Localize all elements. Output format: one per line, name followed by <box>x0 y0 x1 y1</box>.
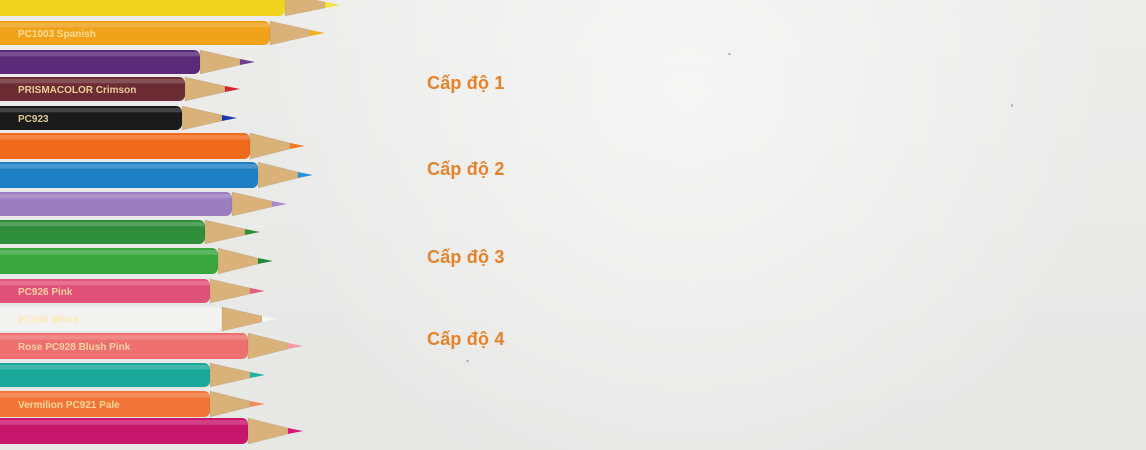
pencil-wood <box>199 49 241 75</box>
pencil-tip <box>310 30 325 36</box>
pencil-highlight <box>0 250 218 255</box>
pencil-tip <box>250 372 265 378</box>
pencil <box>0 362 265 388</box>
pencil-tip <box>290 143 305 149</box>
pencil-highlight <box>0 135 250 140</box>
pencil-tip <box>225 86 240 92</box>
pencil-label: PC938 White <box>18 315 79 326</box>
pencil: PC926 Pink <box>0 278 265 304</box>
pencil <box>0 247 273 275</box>
pencil-label: PRISMACOLOR Crimson <box>18 85 136 96</box>
pencil-highlight <box>0 365 210 370</box>
pencil-tip <box>288 343 303 349</box>
pencils-illustration: PC1003 Spanish PRISMACOLOR Crimson PC923 PC… <box>0 0 340 445</box>
pencil-highlight <box>0 222 205 227</box>
pencil-highlight <box>0 335 248 340</box>
pencil-body <box>0 0 285 16</box>
menu-item-level-2[interactable]: Cấp độ 2 <box>427 159 505 180</box>
pencil-highlight <box>0 164 258 169</box>
pencil: Rose PC928 Blush Pink <box>0 332 303 360</box>
pencil-wood <box>249 132 291 160</box>
pencil-tip <box>240 59 255 65</box>
pencil <box>0 49 255 75</box>
pencil <box>0 132 305 160</box>
pencil-label: PC926 Pink <box>18 287 73 298</box>
pencil: PC923 <box>0 105 237 131</box>
pencil-label: PC1003 Spanish <box>18 29 96 40</box>
pencil-highlight <box>0 194 232 199</box>
pencil-tip <box>288 428 303 434</box>
pencil-tip <box>250 288 265 294</box>
level-menu: Cấp độ 1 Cấp độ 2 Cấp độ 3 Cấp độ 4 <box>427 0 627 450</box>
pencil-highlight <box>0 420 248 425</box>
pencil-highlight <box>0 393 210 398</box>
pencil-label: Rose PC928 Blush Pink <box>18 342 131 353</box>
pencil-highlight <box>0 79 185 84</box>
pencil-highlight <box>0 108 182 113</box>
pencil-tip <box>250 401 265 407</box>
pencil-tip <box>245 229 260 235</box>
pencil <box>0 219 260 245</box>
pencil <box>0 161 313 189</box>
pencil-tip <box>325 2 340 8</box>
pencil <box>0 417 303 445</box>
pencil-tip <box>298 172 313 178</box>
pencil-wood <box>209 278 251 304</box>
pencil-wood <box>247 332 289 360</box>
pencil-highlight <box>0 309 222 314</box>
pencil-wood <box>204 219 246 245</box>
pencil-tip <box>262 316 277 322</box>
paper-speck <box>728 53 731 55</box>
pencil-label: Vermilion PC921 Pale <box>18 400 120 411</box>
pencil-tip <box>258 258 273 264</box>
menu-item-level-4[interactable]: Cấp độ 4 <box>427 329 505 350</box>
pencil-wood <box>231 191 273 217</box>
pencil-wood <box>181 105 223 131</box>
pencil-wood <box>184 76 226 102</box>
pencil-wood <box>209 390 251 418</box>
pencil: PC1003 Spanish <box>0 20 325 46</box>
pencil <box>0 0 340 17</box>
pencil-wood <box>221 306 263 332</box>
paper-speck <box>1011 104 1013 107</box>
pencil: PC938 White <box>0 306 277 332</box>
pencil-wood <box>247 417 289 445</box>
menu-item-level-1[interactable]: Cấp độ 1 <box>427 73 505 94</box>
pencil <box>0 191 287 217</box>
pencil-tip <box>272 201 287 207</box>
pencil-label: PC923 <box>18 114 49 125</box>
pencil-highlight <box>0 52 200 57</box>
pencil-highlight <box>0 23 270 28</box>
pencil-wood <box>217 247 259 275</box>
menu-item-level-3[interactable]: Cấp độ 3 <box>427 247 505 268</box>
pencil-wood <box>257 161 299 189</box>
pencil: PRISMACOLOR Crimson <box>0 76 240 102</box>
pencil: Vermilion PC921 Pale <box>0 390 265 418</box>
pencil-tip <box>222 115 237 121</box>
pencil-wood <box>284 0 326 17</box>
pencil-wood <box>269 20 311 46</box>
pencil-highlight <box>0 281 210 286</box>
pencil-wood <box>209 362 251 388</box>
